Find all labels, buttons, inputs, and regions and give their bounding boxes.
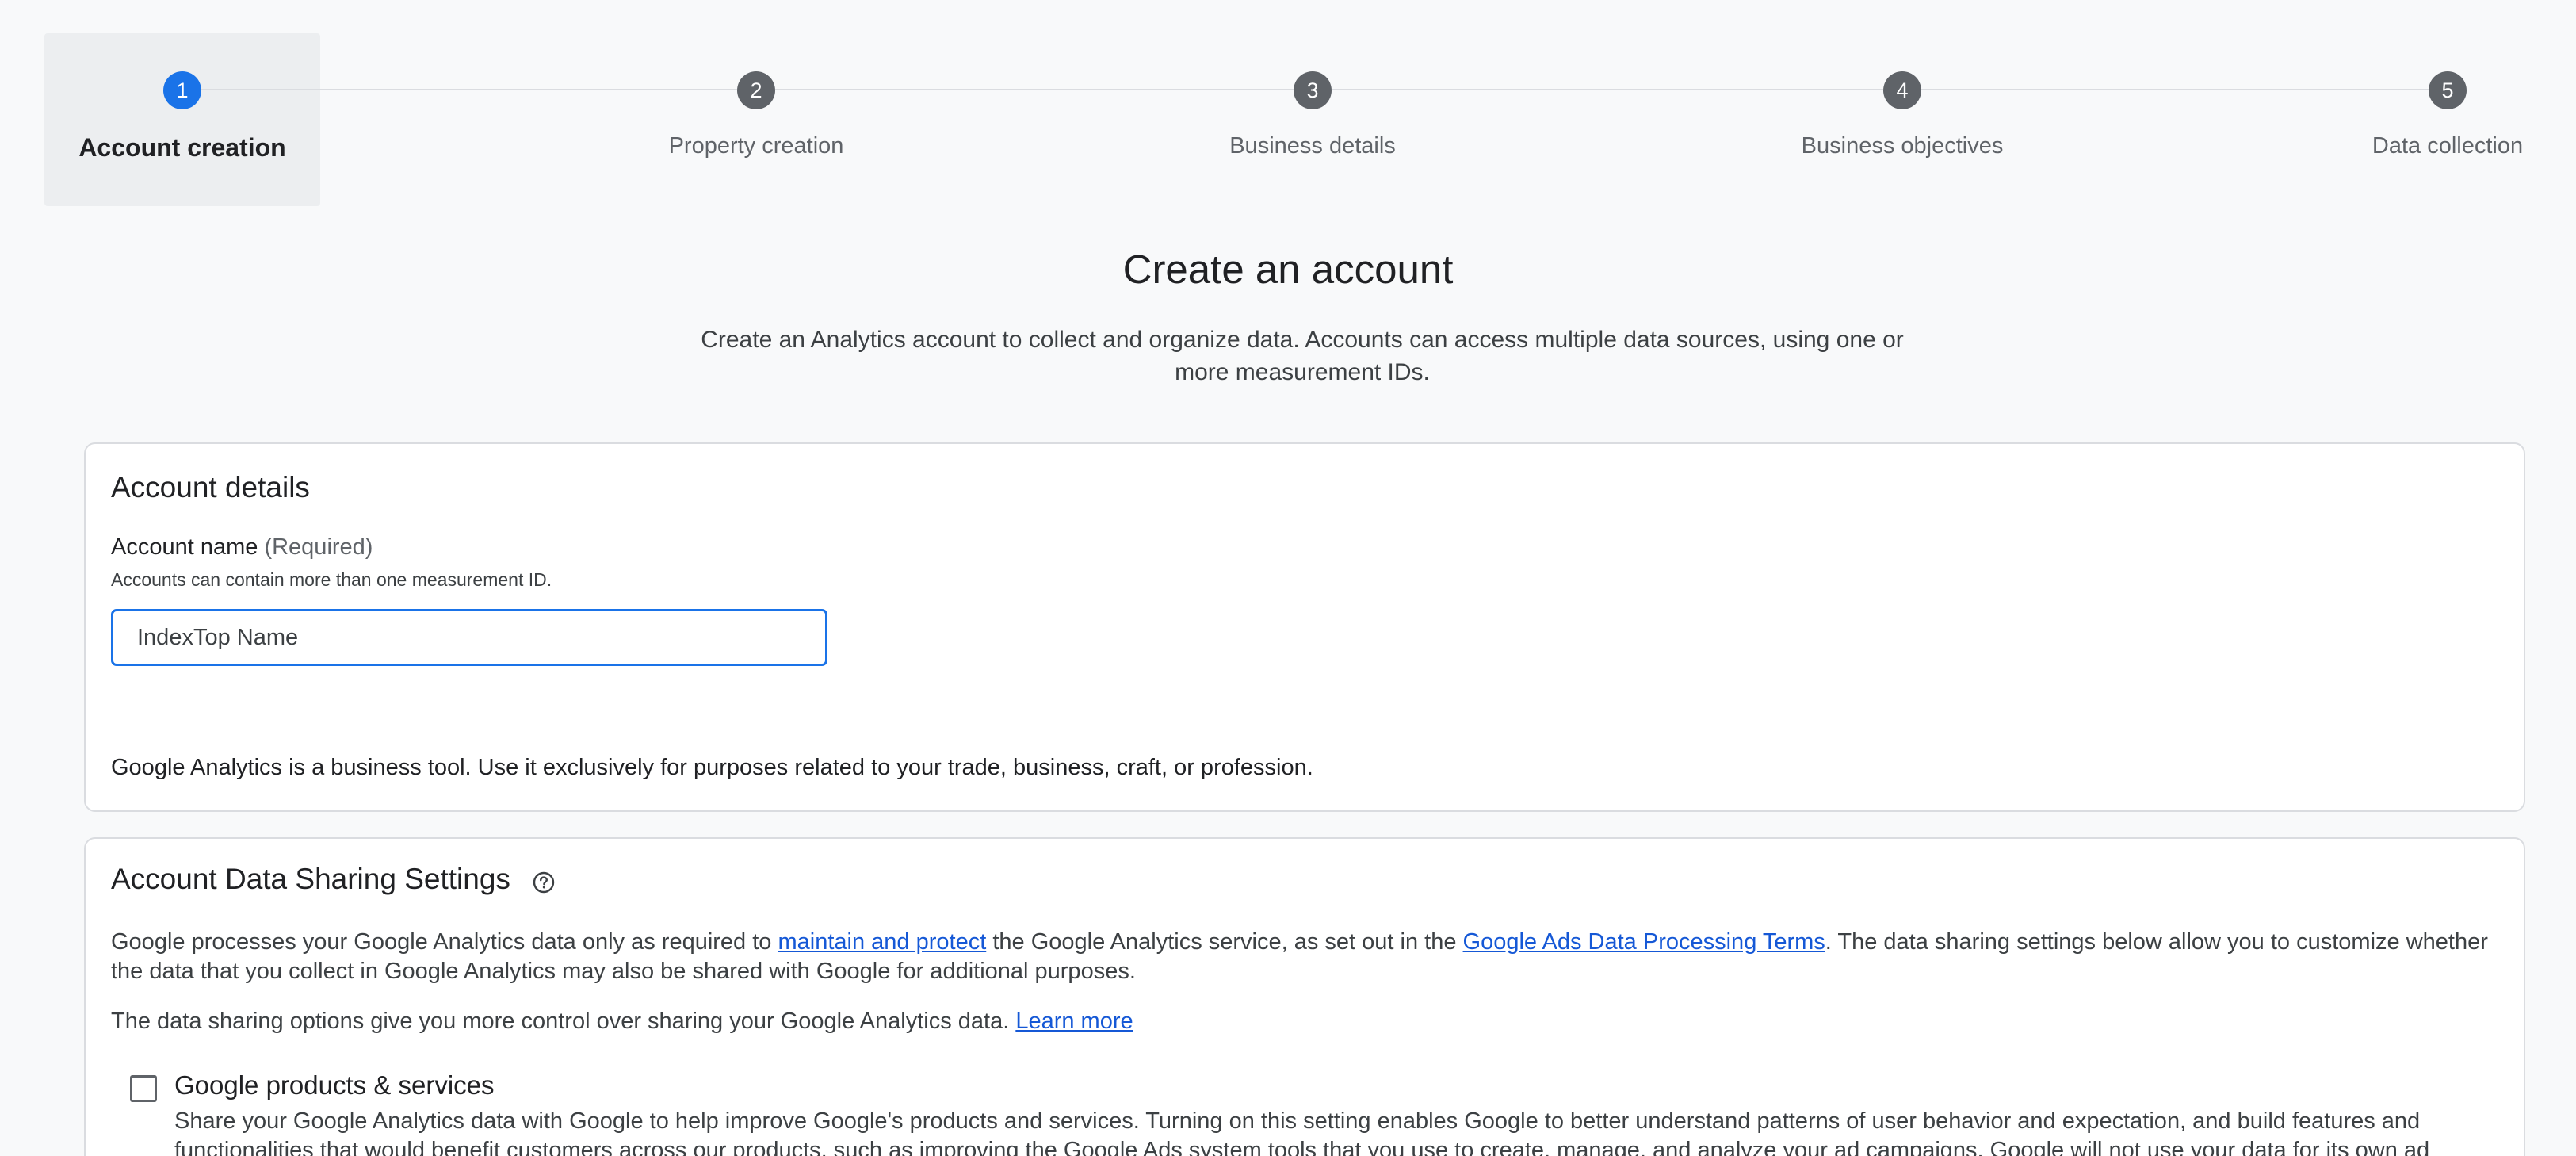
data-sharing-title: Account Data Sharing Settings	[111, 863, 510, 895]
step-label: Property creation	[668, 133, 844, 159]
step-property-creation[interactable]: 2 Property creation	[598, 71, 915, 159]
step-business-details[interactable]: 3 Business details	[1154, 71, 1471, 159]
step-number-badge: 4	[1883, 71, 1921, 109]
page-subtitle: Create an Analytics account to collect a…	[701, 327, 1904, 385]
data-sharing-options-note: The data sharing options give you more c…	[111, 1007, 2497, 1036]
step-number-badge: 2	[737, 71, 775, 109]
step-number-badge: 1	[163, 71, 201, 109]
account-name-label-text: Account name	[111, 534, 258, 560]
options-note-text: The data sharing options give you more c…	[111, 1009, 1016, 1034]
step-label: Business objectives	[1801, 133, 2004, 159]
account-details-title: Account details	[111, 471, 310, 503]
account-name-label: Account name (Required)	[111, 534, 373, 561]
account-details-card: Account details Account name (Required) …	[84, 442, 2525, 812]
google-products-checkbox[interactable]	[130, 1075, 157, 1102]
step-label: Data collection	[2372, 133, 2524, 159]
data-processing-terms-link[interactable]: Google Ads Data Processing Terms	[1463, 929, 1825, 955]
google-products-description: Share your Google Analytics data with Go…	[174, 1108, 2430, 1156]
page: 1 Account creation 2 Property creation 3…	[0, 0, 2576, 1156]
step-number-badge: 3	[1294, 71, 1332, 109]
step-label: Account creation	[78, 133, 286, 162]
account-name-hint: Accounts can contain more than one measu…	[111, 569, 552, 590]
step-account-creation[interactable]: 1 Account creation	[24, 71, 341, 163]
data-sharing-card: Account Data Sharing Settings Google pro…	[84, 837, 2525, 1156]
help-circle-icon[interactable]	[533, 867, 555, 894]
data-sharing-title-row: Account Data Sharing Settings	[111, 863, 555, 896]
data-sharing-intro: Google processes your Google Analytics d…	[111, 928, 2497, 986]
required-indicator: (Required)	[264, 534, 373, 560]
page-title: Create an account	[1122, 247, 1454, 292]
learn-more-link[interactable]: Learn more	[1015, 1009, 1133, 1034]
step-business-objectives[interactable]: 4 Business objectives	[1744, 71, 2061, 159]
intro-text: the Google Analytics service, as set out…	[986, 929, 1463, 955]
step-number-badge: 5	[2429, 71, 2467, 109]
account-name-input[interactable]	[111, 609, 827, 666]
intro-text: Google processes your Google Analytics d…	[111, 929, 778, 955]
business-tool-note: Google Analytics is a business tool. Use…	[111, 755, 1313, 780]
step-label: Business details	[1229, 133, 1396, 159]
stepper: 1 Account creation 2 Property creation 3…	[0, 0, 2576, 214]
google-products-title: Google products & services	[174, 1070, 495, 1100]
maintain-and-protect-link[interactable]: maintain and protect	[778, 929, 986, 955]
step-data-collection[interactable]: 5 Data collection	[2329, 71, 2566, 159]
